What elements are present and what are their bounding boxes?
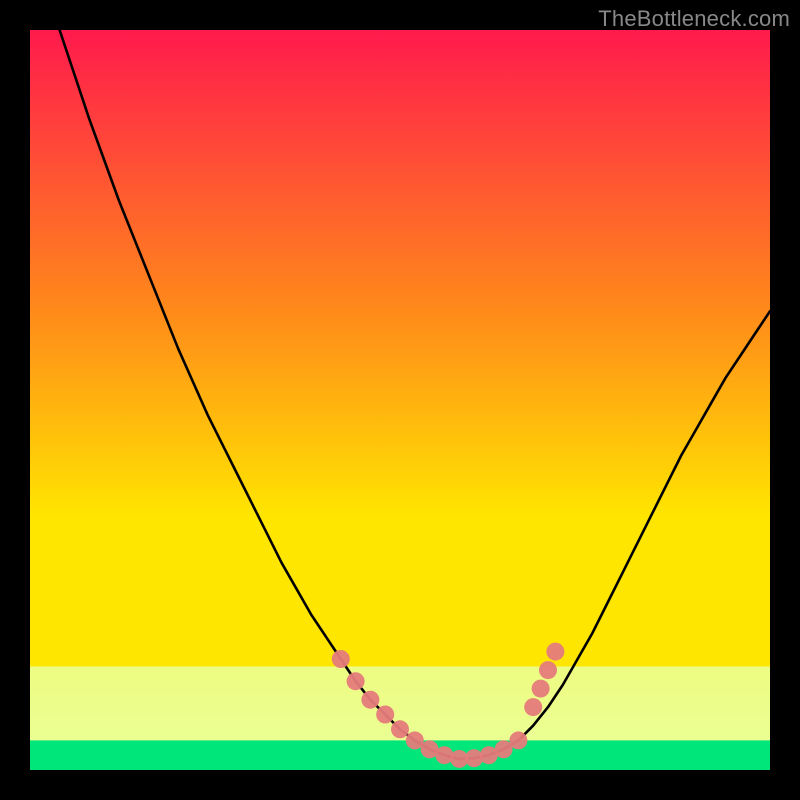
curve-marker [546, 643, 564, 661]
plot-area [30, 30, 770, 770]
curve-marker [391, 720, 409, 738]
curve-marker [509, 731, 527, 749]
curve-marker [347, 672, 365, 690]
curve-marker [361, 691, 379, 709]
curve-marker [465, 749, 483, 767]
curve-marker [539, 661, 557, 679]
curve-marker [332, 650, 350, 668]
curve-marker [532, 680, 550, 698]
chart-frame: TheBottleneck.com [0, 0, 800, 800]
curve-marker [376, 706, 394, 724]
green-band [30, 740, 770, 770]
bottleneck-chart [30, 30, 770, 770]
gradient-bg [30, 30, 770, 770]
curve-marker [524, 698, 542, 716]
watermark-text: TheBottleneck.com [598, 6, 790, 32]
